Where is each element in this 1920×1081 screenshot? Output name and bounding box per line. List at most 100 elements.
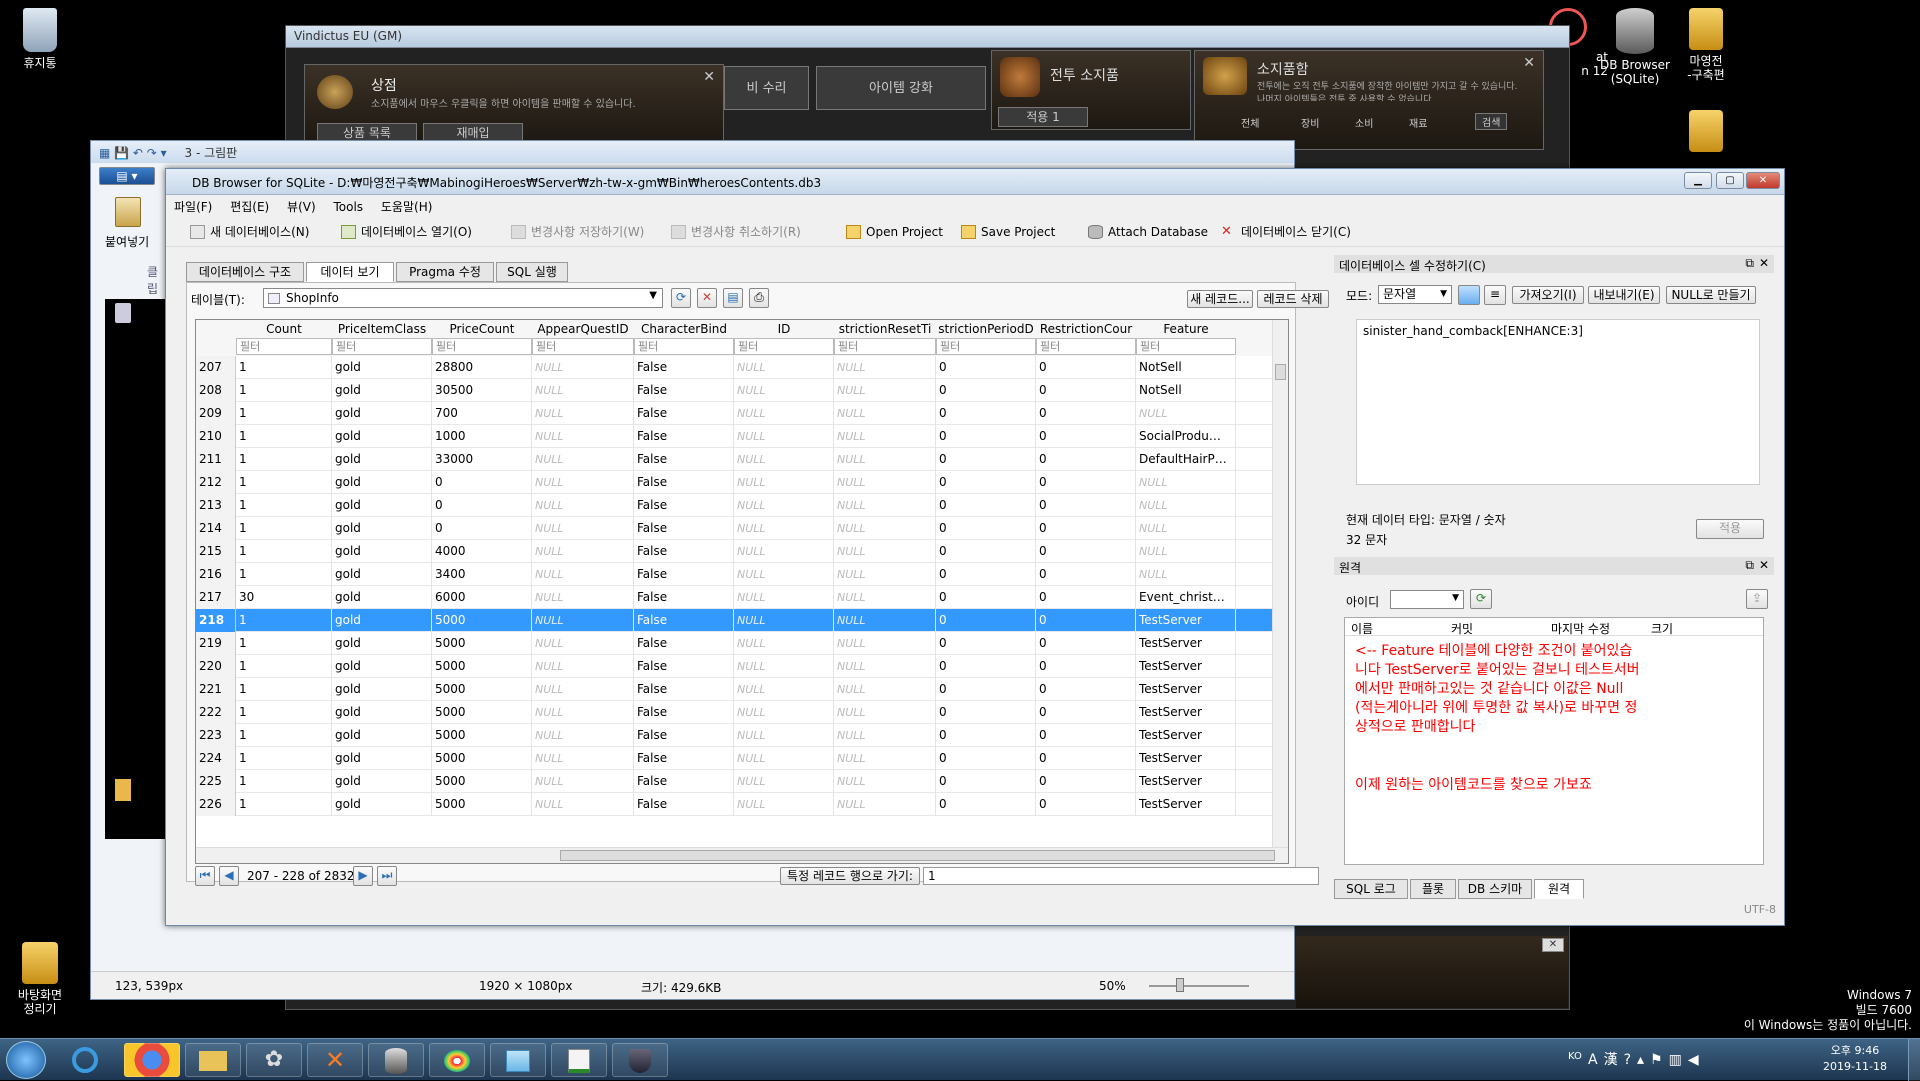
table-cell[interactable]: 1 xyxy=(236,471,332,494)
table-cell[interactable]: gold xyxy=(332,494,432,517)
remote-refresh-button[interactable]: ⟳ xyxy=(1470,589,1492,609)
table-cell[interactable]: NULL xyxy=(532,701,634,724)
table-cell[interactable]: False xyxy=(634,517,734,540)
tab-pragma[interactable]: Pragma 수정 xyxy=(396,262,494,282)
table-row[interactable]: 226 1 gold 5000 NULL False NULL NULL 0 0 TestServe… xyxy=(196,793,1288,816)
vindictus-icon[interactable] xyxy=(612,1043,668,1077)
table-cell[interactable]: 0 xyxy=(936,655,1036,678)
table-row[interactable]: 225 1 gold 5000 NULL False NULL NULL 0 0 TestServe… xyxy=(196,770,1288,793)
table-row[interactable]: 223 1 gold 5000 NULL False NULL NULL 0 0 TestServe… xyxy=(196,724,1288,747)
column-header[interactable]: PriceItemClass xyxy=(332,320,432,338)
table-row[interactable]: 217 30 gold 6000 NULL False NULL NULL 0 0 Event_ch… xyxy=(196,586,1288,609)
save-project-button[interactable]: Save Project xyxy=(961,222,1055,242)
table-cell[interactable]: gold xyxy=(332,540,432,563)
table-cell[interactable]: NULL xyxy=(734,678,834,701)
combat-items-panel[interactable]: 전투 소지품 적용 1 xyxy=(991,50,1191,130)
table-cell[interactable]: 33000 xyxy=(432,448,532,471)
table-cell[interactable]: NULL xyxy=(834,632,936,655)
goto-input[interactable]: 1 xyxy=(923,867,1319,885)
clock[interactable]: 오후 9:46 2019-11-18 xyxy=(1820,1043,1890,1075)
float-icon[interactable]: ⧉ xyxy=(1745,256,1754,271)
table-cell[interactable]: NULL xyxy=(834,540,936,563)
apply-button[interactable]: 적용 xyxy=(1696,519,1764,539)
table-cell[interactable]: 5000 xyxy=(432,747,532,770)
hanja-icon[interactable]: 漢 xyxy=(1604,1052,1624,1068)
table-row[interactable]: 209 1 gold 700 NULL False NULL NULL 0 0 NULL xyxy=(196,402,1288,425)
table-cell[interactable]: 0 xyxy=(1036,540,1136,563)
table-cell[interactable]: 1 xyxy=(236,402,332,425)
revert-changes-button[interactable]: 변경사항 취소하기(R) xyxy=(671,222,801,242)
table-cell[interactable]: 28800 xyxy=(432,356,532,379)
filter-input[interactable]: 필터 xyxy=(532,338,634,355)
db-titlebar[interactable]: DB Browser for SQLite - D:₩마영전구축₩Mabinog… xyxy=(166,169,1784,195)
table-cell[interactable]: NULL xyxy=(734,517,834,540)
row-number[interactable]: 211 xyxy=(196,448,236,471)
scroll-thumb[interactable] xyxy=(1275,364,1286,380)
table-cell[interactable]: 5000 xyxy=(432,609,532,632)
app-icon[interactable]: ✿ xyxy=(246,1043,302,1077)
minimize-button[interactable]: ▁ xyxy=(1684,172,1712,189)
last-page-button[interactable]: ⏭ xyxy=(377,866,397,886)
inventory-panel[interactable]: 소지품함 전투에는 오직 전투 소지품에 장착한 아이템만 가지고 갈 수 있습… xyxy=(1194,50,1544,150)
table-cell[interactable]: gold xyxy=(332,655,432,678)
identity-select[interactable]: ▼ xyxy=(1390,590,1464,609)
mode-select[interactable]: 문자열 ▼ xyxy=(1378,285,1452,304)
table-cell[interactable]: 0 xyxy=(1036,770,1136,793)
table-cell[interactable]: 0 xyxy=(432,494,532,517)
row-number[interactable]: 225 xyxy=(196,770,236,793)
zoom-slider[interactable] xyxy=(1149,985,1249,987)
table-cell[interactable]: 0 xyxy=(1036,471,1136,494)
tab-sql[interactable]: SQL 실행 xyxy=(496,262,568,282)
table-cell[interactable]: NULL xyxy=(532,793,634,816)
table-cell[interactable]: NULL xyxy=(834,379,936,402)
shop-panel[interactable]: 상점 소지품에서 마우스 우클릭을 하면 아이템을 판매할 수 있습니다. ✕ … xyxy=(304,64,724,144)
flag-icon[interactable]: ⚑ xyxy=(1650,1052,1669,1068)
close-icon[interactable]: ✕ xyxy=(1542,938,1564,952)
row-number[interactable]: 216 xyxy=(196,563,236,586)
table-cell[interactable]: NULL xyxy=(1136,471,1236,494)
table-cell[interactable]: NULL xyxy=(532,770,634,793)
table-cell[interactable]: NULL xyxy=(734,425,834,448)
table-cell[interactable]: DefaultHairP… xyxy=(1136,448,1236,471)
table-cell[interactable]: 0 xyxy=(936,379,1036,402)
col-commit[interactable]: 커밋 xyxy=(1451,620,1473,637)
table-cell[interactable]: 0 xyxy=(936,770,1036,793)
table-cell[interactable]: 0 xyxy=(1036,494,1136,517)
table-cell[interactable]: NULL xyxy=(734,471,834,494)
goto-record-button[interactable]: 특정 레코드 행으로 가기: xyxy=(780,867,920,885)
notepad-icon[interactable] xyxy=(490,1043,546,1077)
table-cell[interactable]: 0 xyxy=(936,678,1036,701)
table-cell[interactable]: NULL xyxy=(734,701,834,724)
table-row[interactable]: 219 1 gold 5000 NULL False NULL NULL 0 0 TestServe… xyxy=(196,632,1288,655)
export-button[interactable]: 내보내기(E) xyxy=(1588,286,1660,304)
ime-icon[interactable]: A xyxy=(1588,1052,1604,1068)
horizontal-scrollbar[interactable] xyxy=(196,847,1288,863)
table-cell[interactable]: 0 xyxy=(936,747,1036,770)
close-button[interactable]: ✕ xyxy=(1746,172,1780,189)
desktop-icon-folder[interactable]: 마영전 -구축편 xyxy=(1668,8,1744,82)
tab-db-schema[interactable]: DB 스키마 xyxy=(1458,879,1532,899)
filter-input[interactable]: 필터 xyxy=(332,338,432,355)
table-cell[interactable]: NULL xyxy=(734,793,834,816)
close-icon[interactable]: ✕ xyxy=(1523,55,1535,71)
table-cell[interactable]: gold xyxy=(332,471,432,494)
table-cell[interactable]: 0 xyxy=(1036,425,1136,448)
table-cell[interactable]: NULL xyxy=(1136,540,1236,563)
table-cell[interactable]: gold xyxy=(332,379,432,402)
table-cell[interactable]: NULL xyxy=(834,586,936,609)
table-cell[interactable]: NULL xyxy=(532,655,634,678)
desktop-icon-cleanup[interactable]: 바탕화면 정리기 xyxy=(0,942,80,1016)
column-header[interactable]: strictionResetTi xyxy=(834,320,936,338)
filter-input[interactable]: 필터 xyxy=(734,338,834,355)
table-cell[interactable]: 0 xyxy=(1036,379,1136,402)
table-cell[interactable]: 3400 xyxy=(432,563,532,586)
table-cell[interactable]: NULL xyxy=(532,747,634,770)
table-cell[interactable]: False xyxy=(634,402,734,425)
table-cell[interactable]: 1 xyxy=(236,724,332,747)
table-cell[interactable]: False xyxy=(634,770,734,793)
menu-edit[interactable]: 편집(E) xyxy=(230,200,269,214)
table-cell[interactable]: NULL xyxy=(734,448,834,471)
table-cell[interactable]: 0 xyxy=(936,563,1036,586)
tab-remote[interactable]: 원격 xyxy=(1534,879,1584,899)
table-cell[interactable]: NULL xyxy=(532,563,634,586)
